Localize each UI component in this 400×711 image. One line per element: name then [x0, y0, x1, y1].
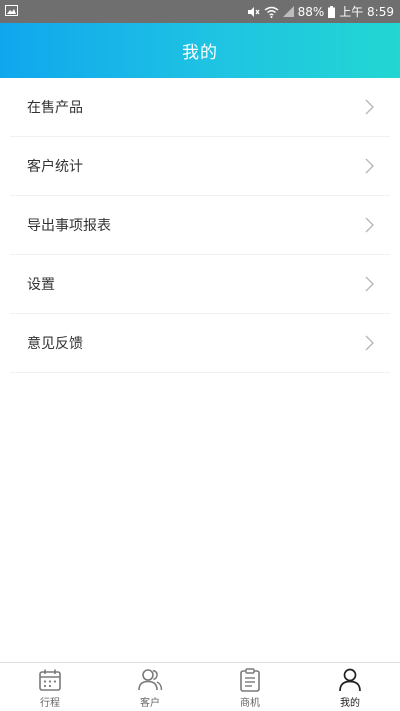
menu-item-export-report[interactable]: 导出事项报表: [10, 196, 390, 255]
tab-customers[interactable]: 客户: [100, 663, 200, 711]
clipboard-icon: [239, 668, 261, 692]
calendar-icon: [38, 668, 62, 692]
tab-itinerary[interactable]: 行程: [0, 663, 100, 711]
page-header: 我的: [0, 23, 400, 78]
chevron-right-icon: [365, 217, 374, 233]
menu-item-customer-statistics[interactable]: 客户统计: [10, 137, 390, 196]
tab-label: 我的: [340, 698, 360, 709]
battery-icon: [328, 5, 336, 18]
menu-list: 在售产品 客户统计 导出事项报表 设置 意见反馈: [0, 78, 400, 373]
gallery-notification-icon: [5, 4, 18, 19]
chevron-right-icon: [365, 335, 374, 351]
menu-item-label: 客户统计: [27, 159, 83, 175]
status-right: 88% 上午 8:59: [247, 3, 394, 20]
tab-label: 行程: [40, 698, 60, 709]
wifi-icon: [264, 6, 279, 18]
users-icon: [137, 668, 163, 692]
bottom-tab-bar: 行程 客户 商机 我的: [0, 662, 400, 711]
user-icon: [338, 668, 362, 692]
tab-opportunities[interactable]: 商机: [200, 663, 300, 711]
menu-item-settings[interactable]: 设置: [10, 255, 390, 314]
menu-item-label: 设置: [27, 277, 55, 293]
signal-icon: [282, 6, 294, 17]
chevron-right-icon: [365, 158, 374, 174]
tab-label: 客户: [140, 698, 160, 709]
menu-item-feedback[interactable]: 意见反馈: [10, 314, 390, 373]
menu-item-label: 导出事项报表: [27, 218, 111, 234]
status-left: [5, 4, 18, 19]
chevron-right-icon: [365, 99, 374, 115]
status-time: 上午 8:59: [339, 5, 394, 19]
status-bar: 88% 上午 8:59: [0, 0, 400, 23]
tab-label: 商机: [240, 698, 260, 709]
menu-item-products-on-sale[interactable]: 在售产品: [10, 78, 390, 137]
tab-me[interactable]: 我的: [300, 663, 400, 711]
menu-item-label: 意见反馈: [27, 336, 83, 352]
mute-icon: [247, 6, 260, 18]
battery-percent: 88%: [297, 4, 325, 19]
chevron-right-icon: [365, 276, 374, 292]
page-title: 我的: [182, 43, 218, 63]
menu-item-label: 在售产品: [27, 100, 83, 116]
